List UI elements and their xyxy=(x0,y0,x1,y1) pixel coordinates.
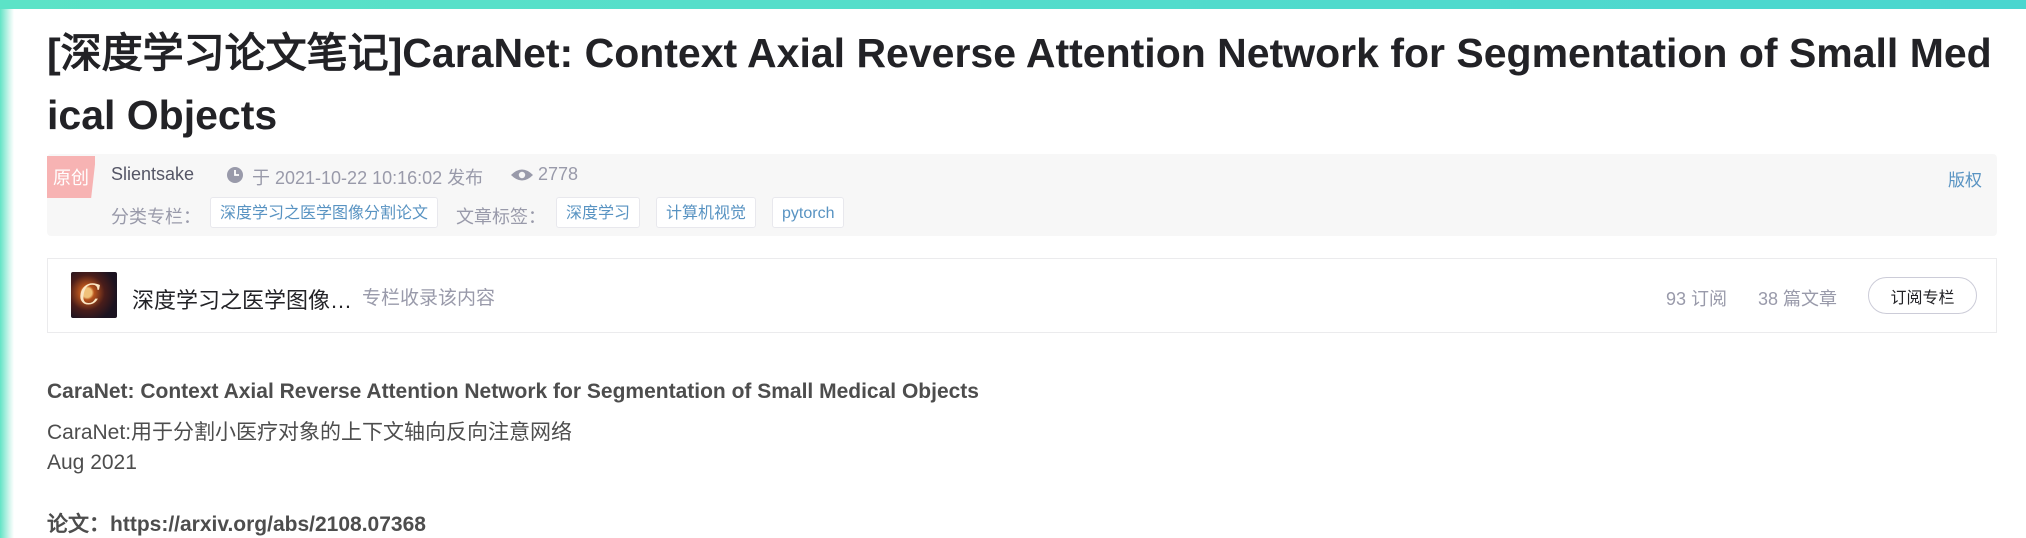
original-badge: 原创 xyxy=(47,156,95,198)
clock-icon xyxy=(227,167,243,183)
tags-label: 文章标签： xyxy=(456,207,546,227)
article-meta-bar: 原创 Slientsake 于 2021-10-22 10:16:02 发布 2… xyxy=(47,154,1997,236)
column-note: 专栏收录该内容 xyxy=(362,288,496,309)
tag-deep-learning[interactable]: 深度学习 xyxy=(556,197,641,228)
subscriber-count: 93 订阅 xyxy=(1666,289,1728,309)
article-title: [深度学习论文笔记]CaraNet: Context Axial Reverse… xyxy=(47,30,1992,138)
copyright-link[interactable]: 版权 xyxy=(1948,166,1982,191)
column-thumbnail[interactable]: C xyxy=(71,272,117,318)
publish-time: 于 2021-10-22 10:16:02 发布 xyxy=(252,168,484,188)
view-count: 2778 xyxy=(538,164,579,184)
tag-pytorch[interactable]: pytorch xyxy=(772,197,845,228)
article-count: 38 篇文章 xyxy=(1758,289,1838,309)
tag-computer-vision[interactable]: 计算机视觉 xyxy=(656,197,757,228)
column-name-link[interactable]: 深度学习之医学图像… xyxy=(132,283,352,315)
paper-title: CaraNet: Context Axial Reverse Attention… xyxy=(47,380,979,403)
paper-date: Aug 2021 xyxy=(47,451,137,474)
column-info-box: C 深度学习之医学图像… 专栏收录该内容 93 订阅 38 篇文章 订阅专栏 xyxy=(47,258,1997,333)
category-tag[interactable]: 深度学习之医学图像分割论文 xyxy=(210,197,439,228)
author-link[interactable]: Slientsake xyxy=(111,164,194,185)
paper-link[interactable]: 论文：https://arxiv.org/abs/2108.07368 xyxy=(47,508,426,538)
category-label: 分类专栏： xyxy=(111,207,201,227)
subscribe-column-button[interactable]: 订阅专栏 xyxy=(1868,277,1977,314)
eye-icon xyxy=(511,169,533,181)
top-accent-bar xyxy=(0,0,2026,9)
paper-title-chinese: CaraNet:用于分割小医疗对象的上下文轴向反向注意网络 xyxy=(47,421,573,444)
